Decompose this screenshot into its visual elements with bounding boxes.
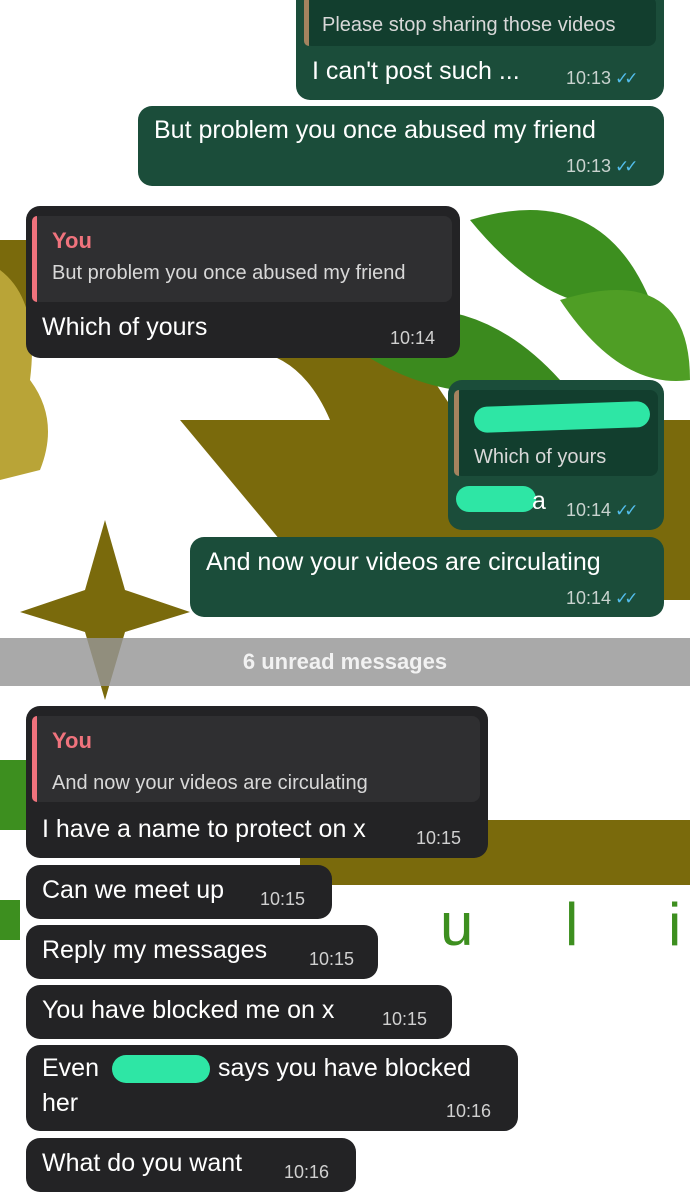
watermark-letter-i: i <box>668 891 681 958</box>
message-text: Which of yours <box>42 313 208 341</box>
quoted-text: And now your videos are circulating <box>52 772 368 794</box>
message-time: 10:14 <box>566 500 612 520</box>
message-meta: 10:13 ✓✓ <box>566 156 638 177</box>
quoted-sender: You <box>52 228 92 253</box>
message-bubble-outgoing[interactable]: And now your videos are circulating 10:1… <box>190 537 664 617</box>
message-bubble-incoming[interactable]: You But problem you once abused my frien… <box>26 206 460 358</box>
message-time: 10:16 <box>284 1162 330 1182</box>
message-text: I have a name to protect on x <box>42 815 366 843</box>
redaction-mark <box>456 486 536 512</box>
watermark-leaf-right <box>560 290 690 381</box>
message-text-start: Even <box>42 1054 99 1082</box>
read-ticks-icon: ✓✓ <box>615 157 638 176</box>
message-text: Can we meet up <box>42 876 225 904</box>
message-time: 10:15 <box>382 1009 428 1029</box>
quoted-message[interactable]: Which of yours <box>454 390 658 476</box>
quoted-sender: You <box>52 728 92 753</box>
message-text: You have blocked me on x <box>42 996 335 1024</box>
message-meta: 10:13 ✓✓ <box>566 68 638 89</box>
message-text: Reply my messages <box>42 936 268 964</box>
message-text: What do you want <box>42 1149 243 1177</box>
message-text-middle: says you have blocked <box>218 1054 471 1082</box>
unread-messages-divider: 6 unread messages <box>0 638 690 686</box>
quote-bar <box>32 216 37 302</box>
message-time: 10:14 <box>566 588 612 608</box>
redaction-mark <box>473 400 651 434</box>
quote-bar <box>32 716 37 802</box>
message-time: 10:15 <box>309 949 355 969</box>
quoted-text: But problem you once abused my friend <box>52 262 406 284</box>
message-time: 10:15 <box>416 828 462 848</box>
message-text-end: her <box>42 1089 79 1117</box>
message-meta: 10:14 ✓✓ <box>566 588 638 609</box>
watermark-letter-l: l <box>565 891 578 958</box>
message-time: 10:13 <box>566 68 612 88</box>
watermark-letter-u: u <box>440 891 473 958</box>
message-text: a <box>532 487 546 515</box>
message-bubble-incoming[interactable]: You have blocked me on x 10:15 <box>26 985 452 1039</box>
quote-bar <box>454 390 459 476</box>
redaction-mark <box>112 1055 210 1083</box>
message-time: 10:14 <box>390 328 436 348</box>
message-bubble-incoming[interactable]: You And now your videos are circulating … <box>26 706 488 858</box>
message-bubble-incoming[interactable]: What do you want 10:16 <box>26 1138 356 1192</box>
quote-bar <box>304 0 309 46</box>
message-bubble-outgoing[interactable]: Please stop sharing those videos I can't… <box>296 0 664 100</box>
message-time: 10:16 <box>446 1101 492 1121</box>
message-bubble-outgoing[interactable]: But problem you once abused my friend 10… <box>138 106 664 186</box>
message-text: I can't post such ... <box>312 57 520 85</box>
quoted-text: Please stop sharing those videos <box>322 14 616 36</box>
unread-messages-label: 6 unread messages <box>242 649 448 674</box>
read-ticks-icon: ✓✓ <box>615 589 638 608</box>
quoted-text: Which of yours <box>474 446 607 468</box>
message-text: And now your videos are circulating <box>206 548 601 576</box>
read-ticks-icon: ✓✓ <box>615 501 638 520</box>
read-ticks-icon: ✓✓ <box>615 69 638 88</box>
message-time: 10:13 <box>566 156 612 176</box>
message-bubble-incoming[interactable]: Can we meet up 10:15 <box>26 865 332 919</box>
message-bubble-outgoing[interactable]: Which of yours a 10:14 ✓✓ <box>448 380 664 530</box>
watermark-green-block-2 <box>0 900 20 940</box>
quoted-message[interactable]: You But problem you once abused my frien… <box>32 216 452 302</box>
quoted-message[interactable]: Please stop sharing those videos <box>304 0 656 46</box>
message-time: 10:15 <box>260 889 306 909</box>
quoted-message[interactable]: You And now your videos are circulating <box>32 716 480 802</box>
message-meta: 10:14 ✓✓ <box>566 500 638 521</box>
message-bubble-incoming[interactable]: Reply my messages 10:15 <box>26 925 378 979</box>
message-bubble-incoming[interactable]: Even says you have blocked her 10:16 <box>26 1045 518 1131</box>
message-text: But problem you once abused my friend <box>154 116 596 144</box>
